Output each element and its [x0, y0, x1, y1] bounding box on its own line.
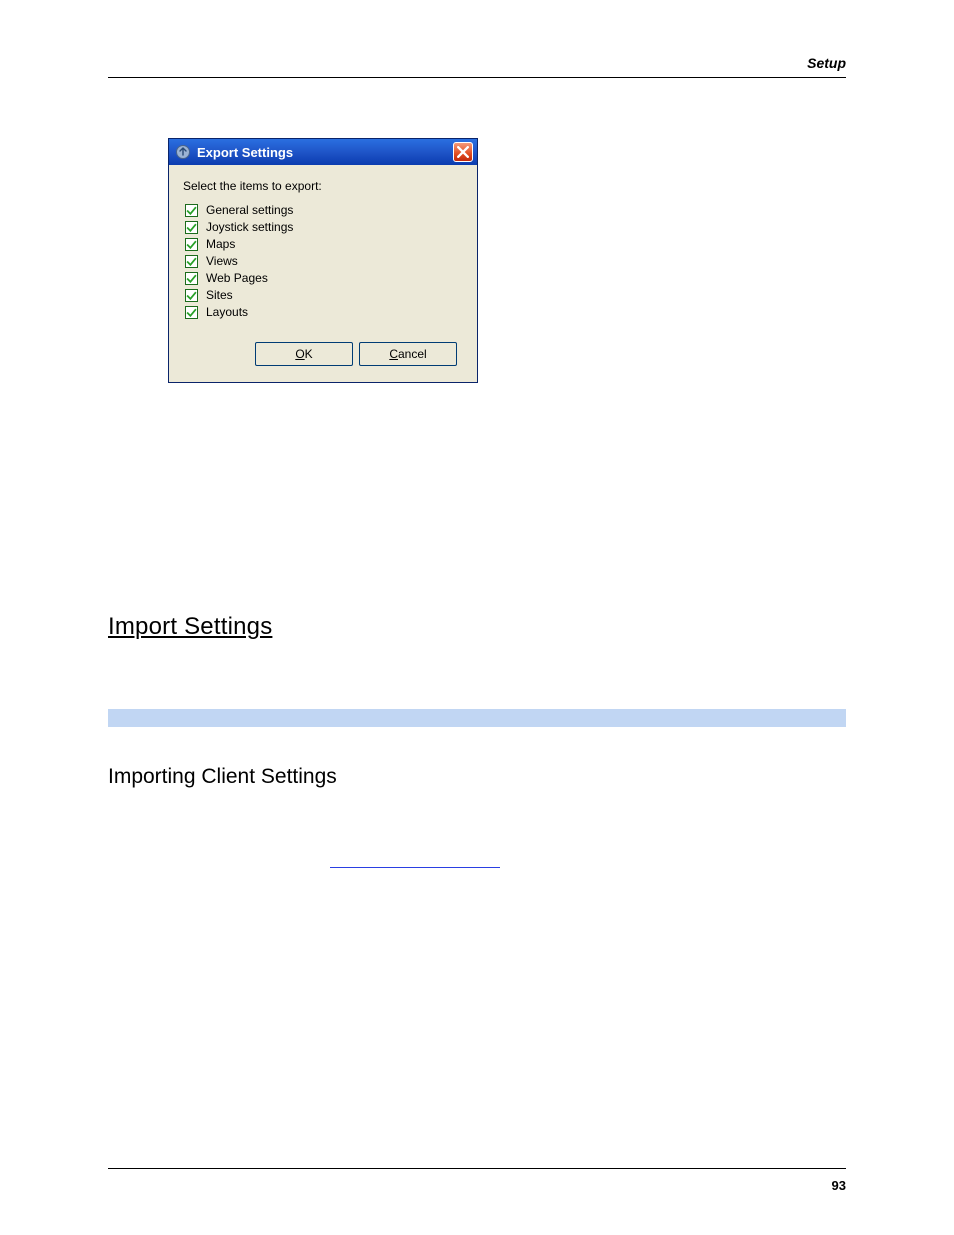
checkbox-label: Web Pages [206, 271, 268, 285]
footer-rule [108, 1168, 846, 1169]
dialog-titlebar[interactable]: Export Settings [169, 139, 477, 165]
checkbox-layouts[interactable]: Layouts [185, 305, 463, 319]
checkbox-label: Layouts [206, 305, 248, 319]
heading-import-settings: Import Settings [108, 613, 846, 641]
checkbox-icon [185, 306, 198, 319]
checkbox-label: Views [206, 254, 238, 268]
cancel-rest: ancel [398, 347, 427, 361]
document-page: Setup Export Settings Select the items t… [0, 0, 954, 1235]
export-icon [175, 144, 191, 160]
checkbox-icon [185, 289, 198, 302]
checkbox-label: Joystick settings [206, 220, 293, 234]
dialog-button-row: OK Cancel [183, 322, 463, 376]
header-section-label: Setup [108, 55, 846, 77]
checkbox-label: Maps [206, 237, 235, 251]
checkbox-icon [185, 255, 198, 268]
heading-importing-client-settings: Importing Client Settings [108, 765, 846, 789]
checkbox-general-settings[interactable]: General settings [185, 203, 463, 217]
link-underline [330, 867, 500, 868]
checkbox-web-pages[interactable]: Web Pages [185, 271, 463, 285]
checkbox-label: General settings [206, 203, 293, 217]
close-icon [457, 146, 469, 158]
ok-rest: K [305, 347, 313, 361]
checkbox-icon [185, 238, 198, 251]
cancel-button[interactable]: Cancel [359, 342, 457, 366]
checkbox-icon [185, 204, 198, 217]
dialog-title: Export Settings [197, 145, 453, 160]
page-number: 93 [832, 1178, 846, 1193]
dialog-body: Select the items to export: General sett… [169, 165, 477, 382]
ok-button[interactable]: OK [255, 342, 353, 366]
checkbox-joystick-settings[interactable]: Joystick settings [185, 220, 463, 234]
section-bar [108, 709, 846, 727]
checkbox-icon [185, 221, 198, 234]
checkbox-icon [185, 272, 198, 285]
checkbox-sites[interactable]: Sites [185, 288, 463, 302]
checkbox-maps[interactable]: Maps [185, 237, 463, 251]
ok-accel: O [295, 347, 304, 361]
header-rule [108, 77, 846, 78]
checkbox-label: Sites [206, 288, 233, 302]
cancel-accel: C [389, 347, 398, 361]
export-settings-dialog: Export Settings Select the items to expo… [168, 138, 478, 383]
checkbox-views[interactable]: Views [185, 254, 463, 268]
close-button[interactable] [453, 142, 473, 162]
dialog-prompt: Select the items to export: [183, 179, 463, 193]
